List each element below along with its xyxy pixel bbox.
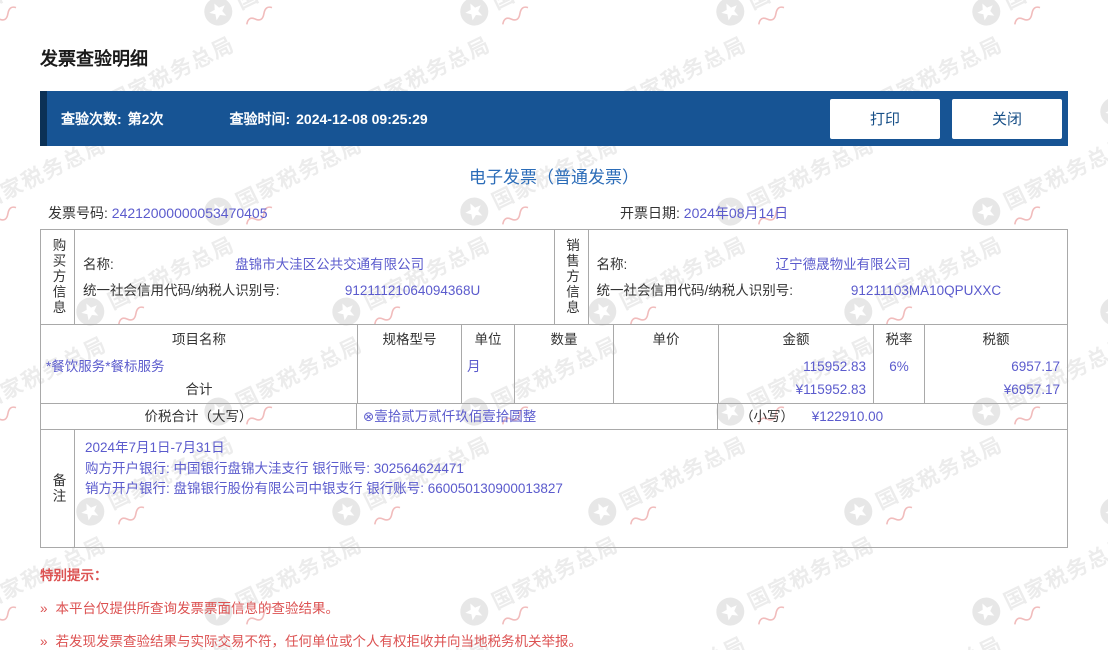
notice-bullet: » bbox=[40, 601, 48, 616]
tax-amount-cell: 6957.17 bbox=[1011, 359, 1060, 374]
unit-cell: 月 bbox=[467, 359, 481, 374]
column-item-name: 项目名称 *餐饮服务*餐标服务 合计 bbox=[41, 325, 357, 403]
seller-info: 名称: 辽宁德晟物业有限公司 统一社会信用代码/纳税人识别号: 91211103… bbox=[589, 230, 1068, 324]
column-header: 税率 bbox=[885, 332, 913, 347]
column-header: 数量 bbox=[550, 332, 578, 347]
tax-bureau-watermark: 国家税务总局 bbox=[1094, 228, 1108, 331]
seller-name-value: 辽宁德晟物业有限公司 bbox=[775, 257, 911, 272]
invoice-date: 开票日期: 2024年08月14日 bbox=[620, 203, 1068, 223]
tax-emblem-icon bbox=[1100, 297, 1108, 326]
tax-bureau-watermark: 国家税务总局 bbox=[1094, 428, 1108, 531]
buyer-taxid-label: 统一社会信用代码/纳税人识别号: bbox=[83, 283, 280, 298]
red-seal-mark bbox=[0, 606, 17, 625]
invoice-table: 购买方信息 名称: 盘锦市大洼区公共交通有限公司 统一社会信用代码/纳税人识别号… bbox=[40, 229, 1068, 548]
tax-emblem-icon bbox=[1100, 497, 1108, 526]
close-button[interactable]: 关闭 bbox=[952, 98, 1062, 139]
notice-line: » 本平台仅提供所查询发票票面信息的查验结果。 bbox=[40, 597, 1068, 617]
buyer-name-label: 名称: bbox=[83, 257, 114, 272]
red-seal-mark bbox=[0, 206, 17, 225]
tax-bureau-watermark: 国家税务总局 bbox=[1094, 28, 1108, 131]
toolbar: 查验次数: 第2次 查验时间: 2024-12-08 09:25:29 打印 关… bbox=[40, 91, 1068, 146]
notice-title: 特别提示： bbox=[40, 568, 108, 583]
buyer-side-label: 购买方信息 bbox=[41, 230, 75, 324]
seller-taxid-value: 91211103MA10QPUXXC bbox=[850, 283, 1002, 298]
grand-total-figures-label: （小写） bbox=[740, 409, 794, 424]
parties-row: 购买方信息 名称: 盘锦市大洼区公共交通有限公司 统一社会信用代码/纳税人识别号… bbox=[41, 230, 1067, 325]
column-header: 单价 bbox=[652, 332, 680, 347]
remarks-row: 备注 2024年7月1日-7月31日 购方开户银行: 中国银行盘锦大洼支行 银行… bbox=[41, 430, 1067, 547]
seller-taxid-label: 统一社会信用代码/纳税人识别号: bbox=[596, 283, 794, 298]
remarks-content: 2024年7月1日-7月31日 购方开户银行: 中国银行盘锦大洼支行 银行账号:… bbox=[75, 430, 1067, 547]
amount-cell: 115952.83 bbox=[803, 359, 866, 374]
spec-cell bbox=[358, 355, 461, 380]
check-count-label: 查验次数: bbox=[61, 110, 122, 127]
remark-line: 销方开户银行: 盘锦银行股份有限公司中银支行 银行账号: 66005013090… bbox=[85, 481, 563, 496]
grand-total-figures: （小写） ¥122910.00 bbox=[718, 404, 1067, 429]
invoice-verification-page: 国家税务总局 国家税务总局 国家税务总局 国家税务总局 国家税务总局 国家税务总… bbox=[0, 0, 1108, 650]
column-unit: 单位 月 bbox=[461, 325, 514, 403]
column-amount: 金额 115952.83 ¥115952.83 bbox=[718, 325, 873, 403]
grand-total-row: 价税合计（大写） ⊗壹拾贰万贰仟玖佰壹拾圆整 （小写） ¥122910.00 bbox=[41, 404, 1067, 430]
tax-bureau-watermark: 国家税务总局 bbox=[1094, 628, 1108, 650]
total-tax-cell: ¥6957.17 bbox=[1003, 382, 1060, 398]
item-name-cell: *餐饮服务*餐标服务 bbox=[46, 359, 165, 374]
column-header: 单位 bbox=[474, 332, 502, 347]
page-title: 发票查验明细 bbox=[40, 49, 148, 69]
remark-line: 2024年7月1日-7月31日 bbox=[85, 440, 225, 455]
invoice-date-value: 2024年08月14日 bbox=[683, 205, 789, 221]
grand-total-words-label: 价税合计（大写） bbox=[41, 404, 357, 429]
buyer-taxid-value: 91211121064094368U bbox=[344, 283, 481, 298]
check-count-value: 第2次 bbox=[127, 110, 164, 127]
remark-line: 购方开户银行: 中国银行盘锦大洼支行 银行账号: 302564624471 bbox=[85, 460, 464, 476]
red-seal-mark bbox=[0, 6, 17, 25]
seller-name-label: 名称: bbox=[596, 257, 628, 272]
check-time-label: 查验时间: bbox=[229, 110, 291, 127]
tax-rate-cell: 6% bbox=[889, 359, 909, 374]
seller-side-label: 销售方信息 bbox=[555, 230, 589, 324]
buyer-info: 名称: 盘锦市大洼区公共交通有限公司 统一社会信用代码/纳税人识别号: 9121… bbox=[75, 230, 555, 324]
check-time-value: 2024-12-08 09:25:29 bbox=[296, 110, 428, 127]
notice-text: 若发现发票查验结果与实际交易不符，任何单位或个人有权拒收并向当地税务机关举报。 bbox=[55, 634, 583, 649]
column-tax-rate: 税率 6% bbox=[873, 325, 924, 403]
grand-total-figures-value: ¥122910.00 bbox=[811, 409, 884, 424]
toolbar-buttons: 打印 关闭 bbox=[830, 98, 1068, 139]
notice-bullet: » bbox=[40, 634, 48, 649]
invoice-number: 发票号码: 24212000000053470405 bbox=[40, 203, 620, 223]
notice-text: 本平台仅提供所查询发票票面信息的查验结果。 bbox=[55, 601, 340, 616]
invoice-meta-row: 发票号码: 24212000000053470405 开票日期: 2024年08… bbox=[40, 201, 1068, 225]
column-header: 规格型号 bbox=[382, 332, 437, 347]
unit-price-cell bbox=[614, 355, 718, 380]
quantity-cell bbox=[515, 355, 613, 380]
tax-emblem-icon bbox=[1100, 97, 1108, 126]
notice-line: » 若发现发票查验结果与实际交易不符，任何单位或个人有权拒收并向当地税务机关举报。 bbox=[40, 630, 1068, 650]
invoice-type-title: 电子发票（普通发票） bbox=[469, 168, 639, 187]
column-unit-price: 单价 bbox=[613, 325, 718, 403]
invoice-number-label: 发票号码: bbox=[48, 205, 108, 221]
column-spec: 规格型号 bbox=[357, 325, 461, 403]
grand-total-words-value: ⊗壹拾贰万贰仟玖佰壹拾圆整 bbox=[357, 404, 718, 429]
column-header: 项目名称 bbox=[172, 332, 226, 347]
column-quantity: 数量 bbox=[514, 325, 613, 403]
total-amount-cell: ¥115952.83 bbox=[795, 382, 866, 398]
items-table: 项目名称 *餐饮服务*餐标服务 合计 规格型号 单位 月 数量 单价 金额 11… bbox=[41, 325, 1067, 404]
column-tax-amount: 税额 6957.17 ¥6957.17 bbox=[924, 325, 1067, 403]
total-label: 合计 bbox=[185, 382, 213, 398]
buyer-name-value: 盘锦市大洼区公共交通有限公司 bbox=[235, 257, 425, 272]
column-header: 税额 bbox=[982, 332, 1010, 347]
invoice-number-value: 24212000000053470405 bbox=[111, 205, 268, 221]
print-button[interactable]: 打印 bbox=[830, 98, 940, 139]
remarks-side-label: 备注 bbox=[41, 430, 75, 547]
special-notice: 特别提示： » 本平台仅提供所查询发票票面信息的查验结果。 » 若发现发票查验结果与… bbox=[40, 564, 1068, 650]
verification-info: 查验次数: 第2次 查验时间: 2024-12-08 09:25:29 bbox=[47, 109, 428, 129]
red-seal-mark bbox=[0, 406, 17, 425]
column-header: 金额 bbox=[782, 332, 810, 347]
invoice-date-label: 开票日期: bbox=[620, 205, 680, 221]
